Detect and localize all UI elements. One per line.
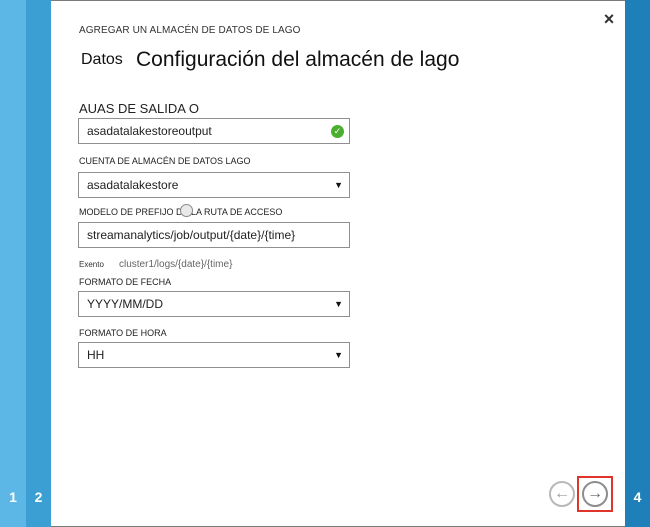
check-circle-icon: ✓	[331, 125, 344, 138]
step-2[interactable]: 2	[26, 0, 51, 527]
step-1[interactable]: 1	[0, 0, 26, 527]
path-prefix-value: streamanalytics/job/output/{date}/{time}	[87, 228, 296, 242]
step-1-label: 1	[9, 489, 17, 505]
arrow-left-icon[interactable]: ←	[549, 481, 575, 507]
date-format-label: FORMATO DE FECHA	[79, 277, 172, 287]
date-format-select[interactable]: YYYY/MM/DD ▼	[78, 291, 350, 317]
step-4-label: 4	[633, 489, 642, 505]
example-value: cluster1/logs/{date}/{time}	[119, 259, 233, 270]
path-prefix-input[interactable]: streamanalytics/job/output/{date}/{time}	[78, 222, 350, 248]
dialog-header: AGREGAR UN ALMACÉN DE DATOS DE LAGO	[79, 25, 301, 36]
page-title: Configuración del almacén de lago	[136, 48, 460, 71]
chevron-down-icon: ▼	[334, 180, 343, 190]
time-format-label: FORMATO DE HORA	[79, 328, 167, 338]
title-prefix: Datos	[81, 51, 123, 68]
arrow-right-icon[interactable]: →	[582, 481, 608, 507]
step-4[interactable]: 4	[625, 0, 650, 527]
close-icon[interactable]: ×	[600, 10, 618, 28]
chevron-down-icon: ▼	[334, 299, 343, 309]
account-select[interactable]: asadatalakestore ▼	[78, 172, 350, 198]
account-label: CUENTA DE ALMACÉN DE DATOS LAGO	[79, 156, 251, 166]
output-alias-value: asadatalakestoreoutput	[87, 124, 212, 138]
output-alias-label: AUAS DE SALIDA O	[79, 101, 199, 116]
step-2-label: 2	[34, 489, 43, 505]
info-icon[interactable]	[180, 204, 193, 217]
chevron-down-icon: ▼	[334, 350, 343, 360]
account-value: asadatalakestore	[87, 178, 179, 192]
time-format-select[interactable]: HH ▼	[78, 342, 350, 368]
output-alias-input[interactable]: asadatalakestoreoutput ✓	[78, 118, 350, 144]
date-format-value: YYYY/MM/DD	[87, 297, 164, 311]
time-format-value: HH	[87, 348, 105, 362]
example-label: Exento	[79, 260, 104, 269]
